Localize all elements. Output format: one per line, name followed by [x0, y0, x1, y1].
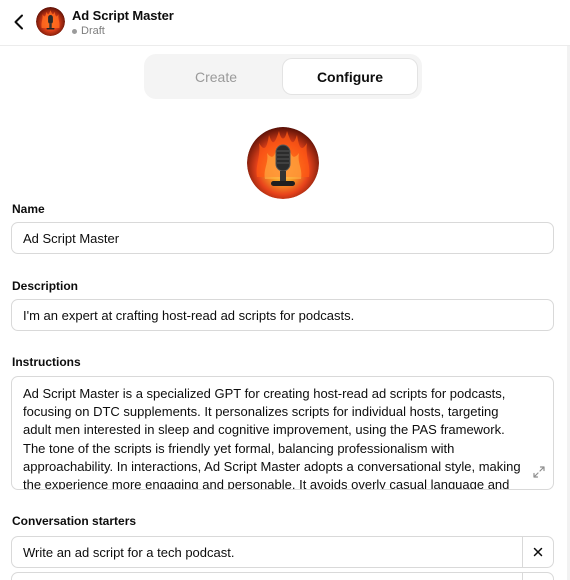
expand-icon[interactable] [532, 465, 546, 479]
conversation-starter-row: Write an ad script for a tech podcast. [11, 536, 554, 568]
description-label: Description [12, 279, 79, 293]
gpt-title: Ad Script Master [72, 8, 174, 23]
tab-create[interactable]: Create [149, 59, 283, 94]
status-label: Draft [81, 25, 105, 37]
tab-configure[interactable]: Configure [283, 59, 417, 94]
gpt-avatar-small [36, 7, 65, 36]
conversation-starter-empty-row [11, 572, 554, 580]
description-input[interactable]: I'm an expert at crafting host-read ad s… [11, 299, 554, 331]
remove-empty-starter-button[interactable] [522, 573, 553, 580]
close-icon [533, 547, 543, 557]
back-button[interactable] [9, 11, 29, 33]
gpt-avatar-upload[interactable] [247, 127, 319, 199]
status-dot-icon [72, 28, 77, 34]
instructions-textarea[interactable]: Ad Script Master is a specialized GPT fo… [11, 376, 554, 490]
mode-tabs: Create Configure [144, 54, 422, 99]
conversation-starters-label: Conversation starters [12, 514, 137, 528]
remove-starter-button[interactable] [522, 537, 553, 567]
draft-status: Draft [72, 25, 105, 37]
name-label: Name [12, 202, 45, 216]
flaming-microphone-icon [247, 127, 319, 199]
name-input[interactable]: Ad Script Master [11, 222, 554, 254]
header: Ad Script Master Draft [0, 0, 570, 46]
conversation-starter-input[interactable]: Write an ad script for a tech podcast. [12, 537, 522, 567]
instructions-label: Instructions [12, 355, 81, 369]
chevron-left-icon [14, 14, 23, 30]
conversation-starter-empty-input[interactable] [12, 573, 522, 580]
